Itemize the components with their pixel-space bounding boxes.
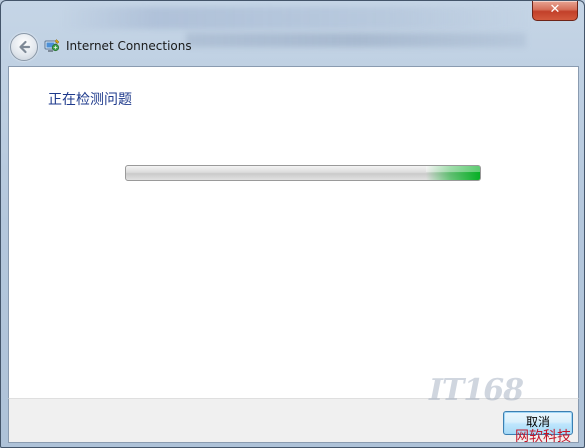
title-bar-blur xyxy=(61,7,531,29)
cancel-button[interactable]: 取消 xyxy=(503,411,573,435)
close-icon: ✕ xyxy=(549,2,561,17)
troubleshooter-window: ✕ Internet Connections 正在检测问题 取消 IT168 网… xyxy=(0,0,585,448)
window-title: Internet Connections xyxy=(66,39,192,53)
network-troubleshooter-icon xyxy=(44,39,60,52)
content-area: 正在检测问题 xyxy=(8,66,579,399)
progress-indicator xyxy=(426,166,480,180)
back-arrow-icon xyxy=(19,40,31,54)
progress-bar xyxy=(125,165,481,181)
close-button[interactable]: ✕ xyxy=(532,1,578,21)
back-button[interactable] xyxy=(10,33,38,61)
page-heading: 正在检测问题 xyxy=(48,92,132,108)
navigation-bar: Internet Connections xyxy=(1,29,584,65)
footer-bar: 取消 xyxy=(8,398,579,443)
